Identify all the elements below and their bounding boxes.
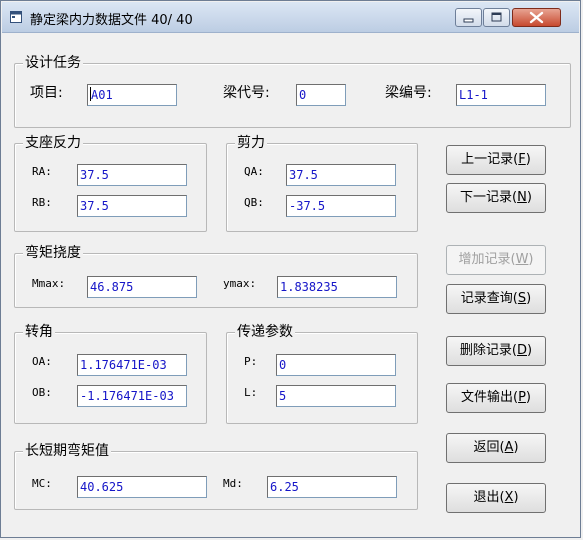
qb-label: QB:: [244, 196, 264, 209]
delete-record-button[interactable]: 删除记录(D): [446, 336, 546, 366]
moment-deflection-group: 弯矩挠度 Mmax: 46.875 ymax: 1.838235: [14, 245, 418, 308]
exit-button[interactable]: 退出(X): [446, 483, 546, 513]
moment-deflection-title: 弯矩挠度: [23, 245, 83, 261]
ra-label: RA:: [32, 165, 52, 178]
prev-record-paren: ): [525, 152, 531, 167]
form-client-area: 设计任务 项目: A01 梁代号: 0 梁编号: L1-1 支座反力 RA: 3…: [8, 33, 573, 530]
qa-label: QA:: [244, 165, 264, 178]
beam-code-label: 梁代号:: [223, 85, 270, 101]
title-bar[interactable]: 静定梁内力数据文件 40/ 40: [2, 2, 579, 33]
long-short-moment-group: 长短期弯矩值 MC: 40.625 Md: 6.25: [14, 443, 418, 510]
qb-field[interactable]: -37.5: [286, 195, 396, 217]
design-task-title: 设计任务: [23, 55, 83, 71]
query-record-paren: ): [526, 291, 532, 306]
next-record-button[interactable]: 下一记录(N): [446, 183, 546, 213]
oa-label: OA:: [32, 355, 52, 368]
beam-code-field[interactable]: 0: [296, 84, 346, 106]
qa-field[interactable]: 37.5: [286, 164, 396, 186]
prev-record-button[interactable]: 上一记录(F): [446, 145, 546, 175]
export-file-button[interactable]: 文件输出(P): [446, 383, 546, 413]
exit-paren: ): [513, 490, 519, 505]
query-record-button[interactable]: 记录查询(S): [446, 284, 546, 314]
delete-record-hotkey: D: [516, 343, 527, 358]
mmax-field[interactable]: 46.875: [87, 276, 197, 298]
delete-record-paren: ): [527, 343, 533, 358]
app-icon: [10, 11, 22, 23]
rotation-group: 转角 OA: 1.176471E-03 OB: -1.176471E-03: [14, 324, 207, 424]
transfer-params-group: 传递参数 P: 0 L: 5: [226, 324, 418, 424]
mc-field[interactable]: 40.625: [77, 476, 207, 498]
beam-number-label: 梁编号:: [385, 85, 432, 101]
mmax-label: Mmax:: [32, 277, 66, 290]
long-short-moment-title: 长短期弯矩值: [23, 443, 111, 459]
shear-group: 剪力 QA: 37.5 QB: -37.5: [226, 135, 418, 232]
query-record-hotkey: S: [517, 291, 527, 306]
oa-field[interactable]: 1.176471E-03: [77, 354, 187, 376]
ob-label: OB:: [32, 386, 52, 399]
transfer-params-title: 传递参数: [235, 324, 295, 340]
project-field[interactable]: A01: [87, 84, 177, 106]
support-reaction-title: 支座反力: [23, 135, 83, 151]
ymax-field[interactable]: 1.838235: [277, 276, 397, 298]
export-file-label: 文件输出(: [461, 390, 519, 405]
prev-record-hotkey: F: [518, 152, 526, 167]
back-label: 返回(: [473, 440, 505, 455]
l-label: L:: [244, 386, 258, 399]
next-record-paren: ): [526, 190, 532, 205]
query-record-label: 记录查询(: [460, 291, 518, 306]
rb-label: RB:: [32, 196, 52, 209]
md-label: Md:: [223, 477, 243, 490]
back-button[interactable]: 返回(A): [446, 433, 546, 463]
p-field[interactable]: 0: [276, 354, 396, 376]
add-record-button[interactable]: 增加记录(W): [446, 245, 546, 275]
ra-field[interactable]: 37.5: [77, 164, 187, 186]
l-field[interactable]: 5: [276, 385, 396, 407]
export-file-hotkey: P: [518, 390, 526, 405]
add-record-paren: ): [528, 252, 534, 267]
mc-label: MC:: [32, 477, 52, 490]
support-reaction-group: 支座反力 RA: 37.5 RB: 37.5: [14, 135, 207, 232]
minimize-icon: [463, 18, 474, 23]
delete-record-label: 删除记录(: [459, 343, 517, 358]
maximize-button[interactable]: [483, 8, 510, 27]
close-icon: [529, 11, 544, 24]
minimize-button[interactable]: [455, 8, 482, 27]
add-record-hotkey: W: [515, 252, 529, 267]
next-record-hotkey: N: [517, 190, 527, 205]
add-record-label: 增加记录(: [458, 252, 516, 267]
beam-number-field[interactable]: L1-1: [456, 84, 546, 106]
design-task-group: 设计任务 项目: A01 梁代号: 0 梁编号: L1-1: [14, 55, 571, 128]
rotation-title: 转角: [23, 324, 55, 340]
md-field[interactable]: 6.25: [267, 476, 397, 498]
window-title: 静定梁内力数据文件 40/ 40: [30, 13, 193, 28]
shear-title: 剪力: [235, 135, 267, 151]
maximize-icon: [491, 12, 502, 22]
prev-record-label: 上一记录(: [461, 152, 519, 167]
ob-field[interactable]: -1.176471E-03: [77, 385, 187, 407]
export-file-paren: ): [525, 390, 531, 405]
app-window: 静定梁内力数据文件 40/ 40 设计任务 项目: A01 梁代号: 0 梁编号…: [0, 0, 581, 538]
back-paren: ): [513, 440, 519, 455]
exit-label: 退出(: [473, 490, 505, 505]
project-label: 项目:: [30, 85, 63, 101]
rb-field[interactable]: 37.5: [77, 195, 187, 217]
ymax-label: ymax:: [223, 277, 257, 290]
next-record-label: 下一记录(: [460, 190, 518, 205]
close-button[interactable]: [512, 8, 561, 27]
p-label: P:: [244, 355, 258, 368]
